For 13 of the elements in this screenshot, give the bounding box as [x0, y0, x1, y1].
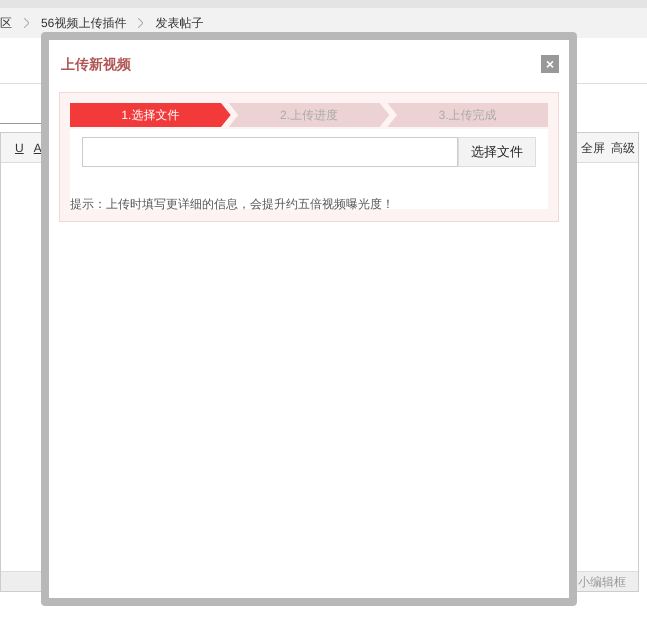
hint-text: 提示：上传时填写更详细的信息，会提升约五倍视频曝光度！ [70, 196, 395, 213]
file-path-field[interactable] [82, 137, 458, 167]
toolbar-button[interactable]: 高级 [608, 138, 638, 156]
format-button[interactable]: A [34, 138, 42, 156]
breadcrumb-link[interactable]: 发表帖子 [155, 14, 204, 32]
breadcrumb-link[interactable]: 56视频上传插件 [41, 14, 126, 32]
format-button[interactable]: U [15, 138, 24, 156]
chevron-icon [138, 18, 144, 28]
dialog-title: 上传新视频 [61, 54, 131, 74]
choose-file-button[interactable]: 选择文件 [458, 137, 536, 167]
breadcrumb-link[interactable]: 区 [0, 14, 12, 32]
chevron-icon [24, 18, 29, 28]
toolbar-button[interactable]: 全屏 [578, 138, 608, 156]
